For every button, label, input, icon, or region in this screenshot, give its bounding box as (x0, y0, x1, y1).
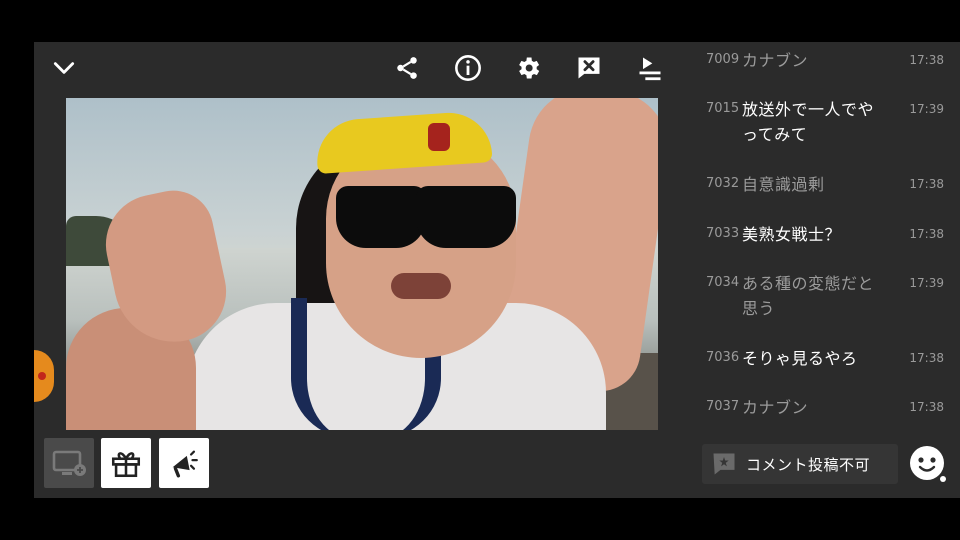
comment-number: 7032 (706, 176, 740, 191)
comment-toggle-button[interactable] (571, 50, 607, 86)
comment-text: ある種の変態だと思う (742, 274, 875, 318)
comment-time: 17:39 (909, 102, 944, 116)
comment-time: 17:38 (909, 53, 944, 67)
video-mouth (391, 273, 451, 299)
share-button[interactable] (389, 50, 425, 86)
video-player[interactable] (66, 98, 658, 430)
comment-row: 7033 美熟女戦士？ 17:38 (694, 222, 960, 247)
playlist-icon (639, 57, 661, 81)
gear-icon (519, 57, 540, 79)
comment-number: 7009 (706, 52, 740, 67)
screen-switch-button[interactable] (44, 438, 94, 488)
collapse-button[interactable] (46, 50, 82, 86)
screen-switch-icon (52, 450, 86, 476)
comment-text: カナブン (742, 398, 809, 417)
comment-row: 7015 放送外で一人でやってみて 17:39 (694, 97, 960, 147)
comment-post-label: コメント投稿不可 (746, 455, 871, 474)
comment-icon (713, 453, 735, 475)
comment-row: 7009 カナブン 17:38 (694, 48, 960, 73)
smiley-face-icon (910, 446, 946, 482)
chevron-down-icon (53, 62, 75, 74)
emoji-button[interactable] (908, 444, 948, 484)
comment-text: 美熟女戦士？ (742, 225, 842, 244)
video-headband-mark (428, 123, 450, 151)
comment-number: 7037 (706, 399, 740, 414)
comment-text: そりゃ見るやろ (742, 349, 858, 368)
comment-row: 7032 自意識過剰 17:38 (694, 172, 960, 197)
comment-time: 17:38 (909, 351, 944, 365)
info-button[interactable] (450, 50, 486, 86)
video-sunglasses-left (336, 186, 426, 248)
comment-time: 17:38 (909, 177, 944, 191)
player-frame: 7009 カナブン 17:38 7015 放送外で一人でやってみて 17:39 … (34, 42, 960, 498)
info-icon (455, 55, 481, 81)
comment-list[interactable]: 7009 カナブン 17:38 7015 放送外で一人でやってみて 17:39 … (694, 42, 960, 432)
announce-button[interactable] (159, 438, 209, 488)
comment-text: 自意識過剰 (742, 175, 825, 194)
player-top-bar (34, 42, 684, 94)
megaphone-icon (172, 450, 198, 478)
comment-row: 7034 ある種の変態だと思う 17:39 (694, 271, 960, 321)
playlist-button[interactable] (632, 50, 668, 86)
comment-time: 17:39 (909, 276, 944, 290)
share-icon (397, 57, 417, 79)
comment-number: 7036 (706, 350, 740, 365)
comment-time: 17:38 (909, 227, 944, 241)
comment-text: 放送外で一人でやってみて (742, 100, 875, 144)
comment-text: カナブン (742, 51, 809, 70)
comment-off-icon (578, 57, 600, 79)
comment-number: 7015 (706, 101, 740, 116)
comment-time: 17:38 (909, 400, 944, 414)
comment-row: 7036 そりゃ見るやろ 17:38 (694, 346, 960, 371)
comment-number: 7034 (706, 275, 740, 290)
comment-post-box[interactable]: コメント投稿不可 (702, 444, 898, 484)
video-sunglasses-right (416, 186, 516, 248)
settings-button[interactable] (510, 50, 546, 86)
comment-number: 7033 (706, 226, 740, 241)
gift-button[interactable] (101, 438, 151, 488)
side-drawer-handle[interactable] (34, 350, 54, 402)
comment-row: 7037 カナブン 17:38 (694, 395, 960, 420)
gift-icon (111, 452, 141, 478)
